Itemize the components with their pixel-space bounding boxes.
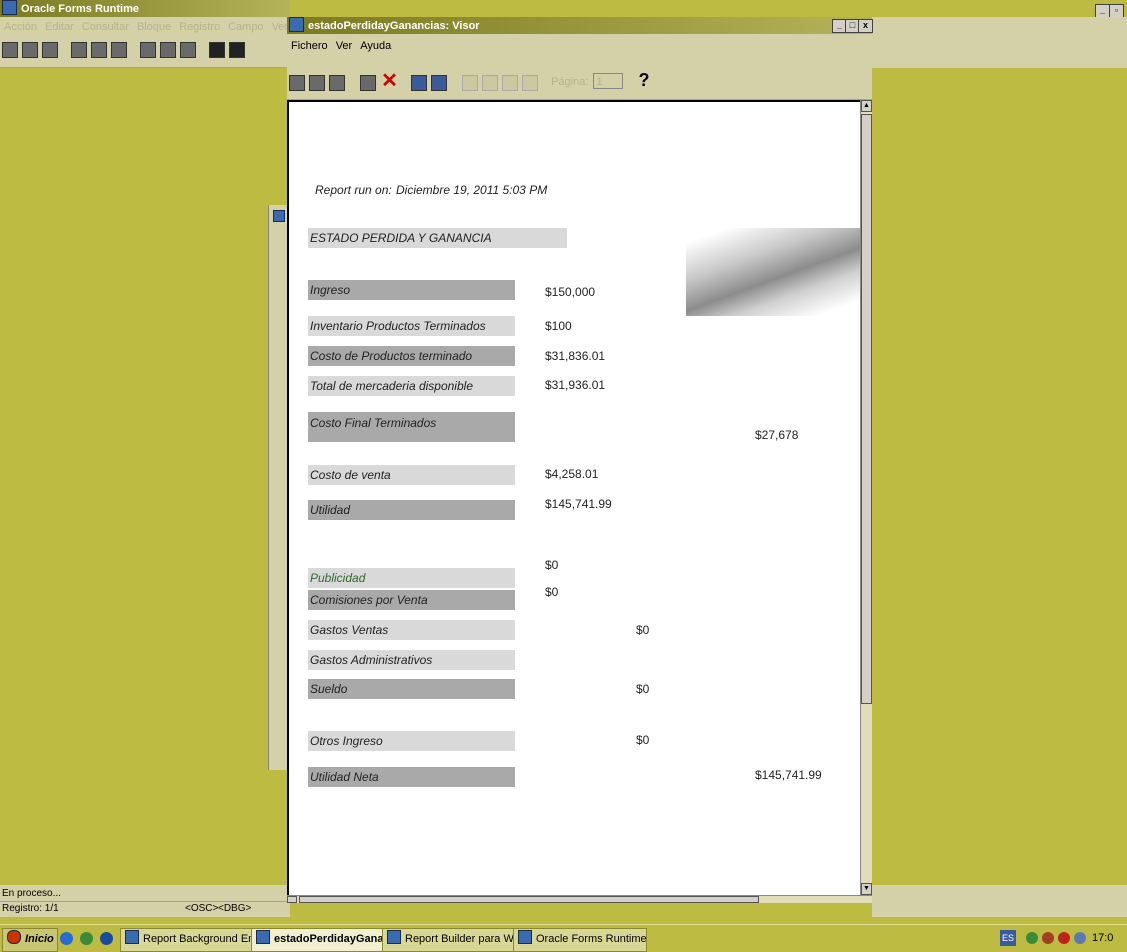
horizontal-scrollbar[interactable] bbox=[287, 895, 872, 903]
exit-icon[interactable] bbox=[42, 42, 58, 58]
taskbar-label: Oracle Forms Runtime bbox=[536, 933, 647, 945]
next-page-icon[interactable] bbox=[502, 75, 519, 91]
prev-block-icon[interactable] bbox=[209, 42, 226, 58]
viewer-close-icon[interactable]: x bbox=[858, 19, 873, 33]
menu-bloque[interactable]: Bloque bbox=[137, 21, 171, 33]
oracle-forms-app-icon bbox=[2, 0, 17, 15]
security-icon[interactable] bbox=[1042, 932, 1054, 944]
internet-explorer-icon[interactable] bbox=[60, 932, 73, 945]
inner-form-window-edge bbox=[268, 205, 288, 770]
viewer-menubar: Fichero Ver Ayuda bbox=[287, 34, 872, 58]
copy-icon[interactable] bbox=[91, 42, 108, 58]
osc-indicator: <OSC> bbox=[185, 903, 219, 914]
taskbar-label: Report Builder para Wind... bbox=[405, 933, 515, 945]
menu-ayuda[interactable]: Ayuda bbox=[360, 40, 391, 52]
background-window-titlebar[interactable] bbox=[872, 0, 1127, 17]
menu-editar[interactable]: Editar bbox=[45, 21, 74, 33]
taskbar-estado-perdida[interactable]: estadoPerdidayGana... bbox=[251, 928, 384, 952]
oracle-forms-icon bbox=[518, 930, 532, 944]
menu-consultar[interactable]: Consultar bbox=[82, 21, 129, 33]
viewer-toolbar: ✕ Página: 1 ? bbox=[287, 58, 872, 100]
report-viewer-icon bbox=[256, 930, 270, 944]
windows-logo-icon bbox=[7, 930, 21, 944]
help-icon[interactable]: ? bbox=[639, 70, 650, 91]
execute-query-icon[interactable] bbox=[160, 42, 177, 58]
scroll-up-icon[interactable]: ▲ bbox=[861, 100, 872, 112]
browser-icon[interactable] bbox=[100, 932, 113, 945]
media-player-icon[interactable] bbox=[80, 932, 93, 945]
previous-page-icon[interactable] bbox=[482, 75, 499, 91]
oracle-forms-menubar: Acción Editar Consultar Bloque Registro Campo… bbox=[0, 17, 290, 37]
clock: 17:0 bbox=[1092, 932, 1114, 944]
user-icon[interactable] bbox=[1074, 932, 1086, 944]
antivirus-icon[interactable] bbox=[1058, 932, 1070, 944]
language-indicator[interactable]: ES bbox=[1000, 930, 1016, 946]
prev-record-icon[interactable] bbox=[229, 42, 246, 58]
last-page-icon[interactable] bbox=[522, 75, 539, 91]
menu-fichero[interactable]: Fichero bbox=[291, 40, 328, 52]
inner-form-icon bbox=[273, 210, 285, 222]
vertical-scrollbar[interactable]: ▲ ▼ bbox=[860, 100, 872, 895]
viewer-title: estadoPerdidayGanancias: Visor bbox=[308, 20, 480, 32]
scroll-left-icon[interactable] bbox=[287, 896, 297, 903]
report-app-icon bbox=[289, 17, 304, 32]
forms-status-bar: En proceso... Registro: 1/1 <OSC> <DBG> bbox=[0, 885, 290, 917]
menu-accion[interactable]: Acción bbox=[4, 21, 37, 33]
status-message: En proceso... bbox=[2, 888, 61, 899]
mail-icon[interactable] bbox=[329, 75, 345, 91]
background-window-statusbar bbox=[872, 885, 1127, 917]
oracle-forms-title: Oracle Forms Runtime bbox=[21, 3, 139, 15]
page-number-input[interactable]: 1 bbox=[593, 73, 624, 89]
oracle-forms-toolbar bbox=[0, 37, 290, 68]
record-indicator: Registro: 1/1 bbox=[2, 903, 59, 914]
scroll-thumb[interactable] bbox=[861, 114, 872, 704]
taskbar-report-builder[interactable]: Report Builder para Wind... bbox=[382, 928, 516, 952]
taskbar-report-background-engine[interactable]: Report Background Engine bbox=[120, 928, 254, 952]
print-icon[interactable] bbox=[22, 42, 38, 58]
background-window-menubar bbox=[872, 17, 1127, 68]
oracle-forms-titlebar[interactable]: Oracle Forms Runtime bbox=[0, 0, 290, 17]
zoom-in-icon[interactable] bbox=[410, 75, 427, 91]
start-label: Inicio bbox=[25, 933, 54, 945]
restore-icon[interactable]: ▫ bbox=[1109, 4, 1124, 18]
query-icon[interactable] bbox=[140, 42, 157, 58]
minimize-icon[interactable]: _ bbox=[1095, 4, 1110, 18]
close-report-icon[interactable]: ✕ bbox=[381, 71, 398, 91]
menu-registro[interactable]: Registro bbox=[179, 21, 220, 33]
paste-icon[interactable] bbox=[111, 42, 128, 58]
report-builder-icon bbox=[387, 930, 401, 944]
dbg-indicator: <DBG> bbox=[218, 903, 252, 914]
cancel-query-icon[interactable] bbox=[180, 42, 197, 58]
first-page-icon[interactable] bbox=[462, 75, 479, 91]
report-page bbox=[287, 100, 860, 895]
network-icon[interactable] bbox=[1026, 932, 1038, 944]
print-setup-icon[interactable] bbox=[309, 75, 325, 91]
taskbar-label: Report Background Engine bbox=[143, 933, 253, 945]
menu-campo[interactable]: Campo bbox=[228, 21, 263, 33]
menu-ver[interactable]: Ver bbox=[336, 40, 353, 52]
zoom-out-icon[interactable] bbox=[430, 75, 447, 91]
start-button[interactable]: Inicio bbox=[2, 928, 58, 952]
cut-icon[interactable] bbox=[71, 42, 88, 58]
print-icon[interactable] bbox=[289, 75, 305, 91]
background-window-controls[interactable]: _ ▫ bbox=[1095, 2, 1127, 18]
scroll-down-icon[interactable]: ▼ bbox=[861, 883, 872, 895]
taskbar-oracle-forms[interactable]: Oracle Forms Runtime bbox=[513, 928, 647, 952]
viewer-titlebar[interactable]: estadoPerdidayGanancias: Visor bbox=[287, 17, 872, 34]
save-icon[interactable] bbox=[2, 42, 18, 58]
page-label: Página: bbox=[551, 76, 589, 88]
report-engine-icon bbox=[125, 930, 139, 944]
new-viewer-icon[interactable] bbox=[360, 75, 377, 91]
taskbar-label: estadoPerdidayGana... bbox=[274, 933, 384, 945]
taskbar: Inicio Report Background Engine estadoPe… bbox=[0, 924, 1127, 952]
horizontal-scroll-thumb[interactable] bbox=[299, 896, 759, 903]
